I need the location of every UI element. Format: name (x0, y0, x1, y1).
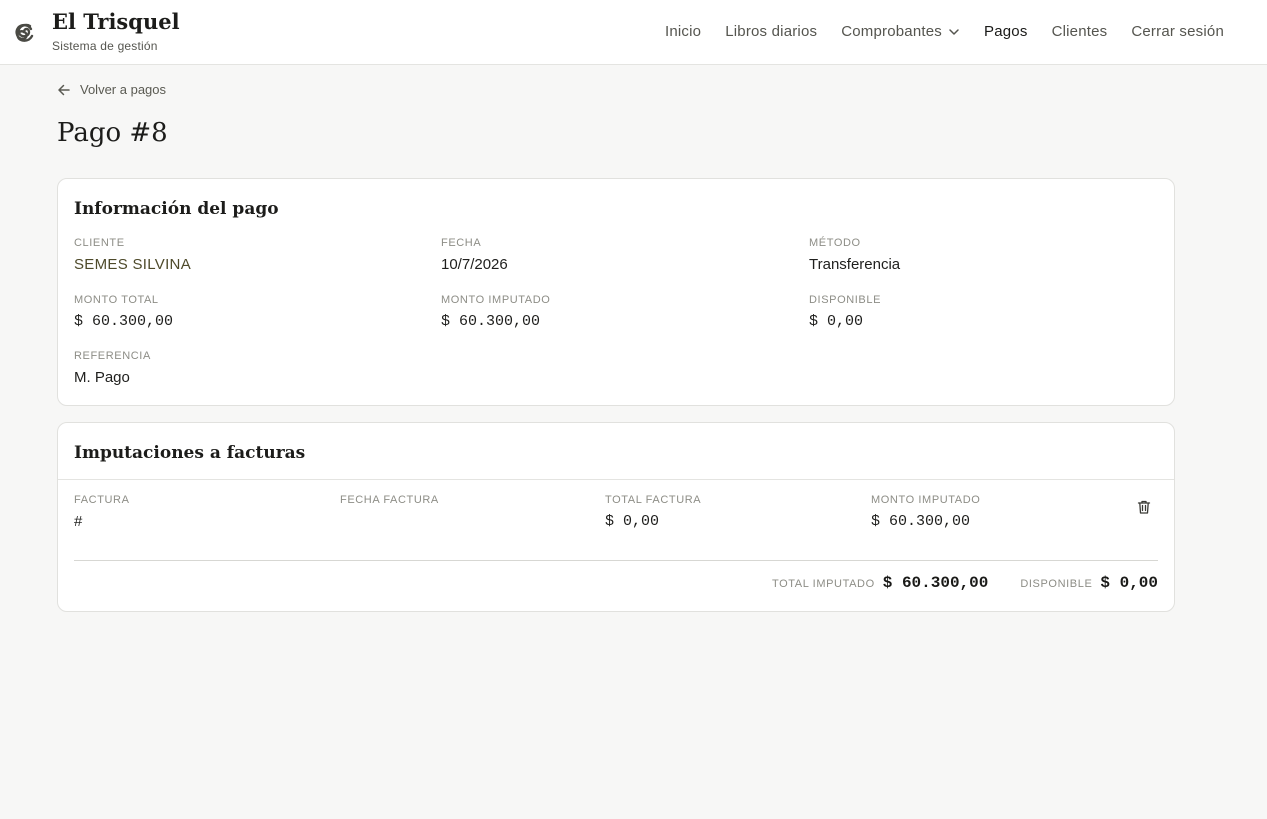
app-title: El Trisquel (52, 9, 180, 34)
available-field: DISPONIBLE $ 0,00 (809, 294, 881, 330)
method-field: MÉTODO Transferencia (809, 237, 900, 273)
imputed-amount-label: MONTO IMPUTADO (441, 294, 551, 306)
nav-item-comprobantes[interactable]: Comprobantes (841, 21, 960, 43)
total-amount-label: MONTO TOTAL (74, 294, 159, 306)
app-subtitle: Sistema de gestión (52, 39, 158, 53)
available-value: $ 0,00 (809, 313, 864, 330)
back-to-payments-link[interactable]: Volver a pagos (57, 82, 166, 97)
nav-item-libros-diarios[interactable]: Libros diarios (725, 21, 817, 43)
invoice-date-cell: FECHA FACTURA (340, 494, 439, 513)
nav-item-inicio[interactable]: Inicio (665, 21, 701, 43)
nav-item-clientes[interactable]: Clientes (1052, 21, 1108, 43)
client-field: CLIENTE SEMES SILVINA (74, 237, 191, 273)
method-value: Transferencia (809, 256, 901, 273)
invoice-number: # (74, 513, 83, 530)
trash-icon[interactable] (1136, 499, 1152, 515)
arrow-left-icon (58, 84, 70, 95)
main-nav: Inicio Libros diarios Comprobantes Pagos… (641, 21, 1224, 43)
column-header-total-factura: TOTAL FACTURA (605, 494, 702, 506)
total-imputado-value: $ 60.300,00 (882, 574, 989, 592)
payment-info-title: Información del pago (74, 199, 279, 219)
reference-label: REFERENCIA (74, 350, 151, 362)
column-header-fecha-factura: FECHA FACTURA (340, 494, 439, 506)
invoice-total-cell: TOTAL FACTURA $ 0,00 (605, 494, 701, 530)
spiral-logo-icon (15, 23, 34, 42)
reference-value: M. Pago (74, 369, 130, 386)
allocations-title: Imputaciones a facturas (74, 443, 306, 463)
total-amount-field: MONTO TOTAL $ 60.300,00 (74, 294, 173, 330)
brand[interactable]: El Trisquel Sistema de gestión (10, 9, 180, 53)
client-label: CLIENTE (74, 237, 125, 249)
imputed-amount-value: $ 60.300,00 (441, 313, 541, 330)
allocation-totals: TOTAL IMPUTADO $ 60.300,00 DISPONIBLE $ … (772, 574, 1158, 592)
invoice-cell: FACTURA # (74, 494, 130, 530)
top-navbar: El Trisquel Sistema de gestión Inicio Li… (0, 0, 1267, 65)
total-amount-value: $ 60.300,00 (74, 313, 174, 330)
page-title: Pago #8 (57, 118, 168, 148)
reference-field: REFERENCIA M. Pago (74, 350, 151, 386)
totals-available-value: $ 0,00 (1100, 574, 1158, 592)
date-field: FECHA 10/7/2026 (441, 237, 508, 273)
nav-item-comprobantes-label: Comprobantes (841, 23, 943, 40)
chevron-down-icon (949, 29, 959, 35)
payment-info-card: Información del pago CLIENTE SEMES SILVI… (57, 178, 1175, 406)
date-label: FECHA (441, 237, 482, 249)
imputed-cell: MONTO IMPUTADO $ 60.300,00 (871, 494, 980, 530)
available-label: DISPONIBLE (809, 294, 882, 306)
total-imputado-label: TOTAL IMPUTADO (772, 578, 875, 590)
invoice-allocations-card: Imputaciones a facturas FACTURA # FECHA … (57, 422, 1175, 612)
column-header-factura: FACTURA (74, 494, 130, 506)
nav-item-cerrar-sesion[interactable]: Cerrar sesión (1131, 21, 1224, 43)
totals-divider (74, 560, 1158, 561)
invoice-total: $ 0,00 (605, 513, 660, 530)
column-header-monto-imputado: MONTO IMPUTADO (871, 494, 981, 506)
method-label: MÉTODO (809, 237, 861, 249)
imputed-amount-field: MONTO IMPUTADO $ 60.300,00 (441, 294, 550, 330)
nav-item-pagos[interactable]: Pagos (984, 21, 1028, 43)
date-value: 10/7/2026 (441, 256, 508, 273)
client-link[interactable]: SEMES SILVINA (74, 256, 191, 273)
back-link-label: Volver a pagos (80, 82, 167, 97)
card-header-divider (58, 479, 1174, 480)
imputed-amount: $ 60.300,00 (871, 513, 971, 530)
totals-available-label: DISPONIBLE (1020, 578, 1093, 590)
